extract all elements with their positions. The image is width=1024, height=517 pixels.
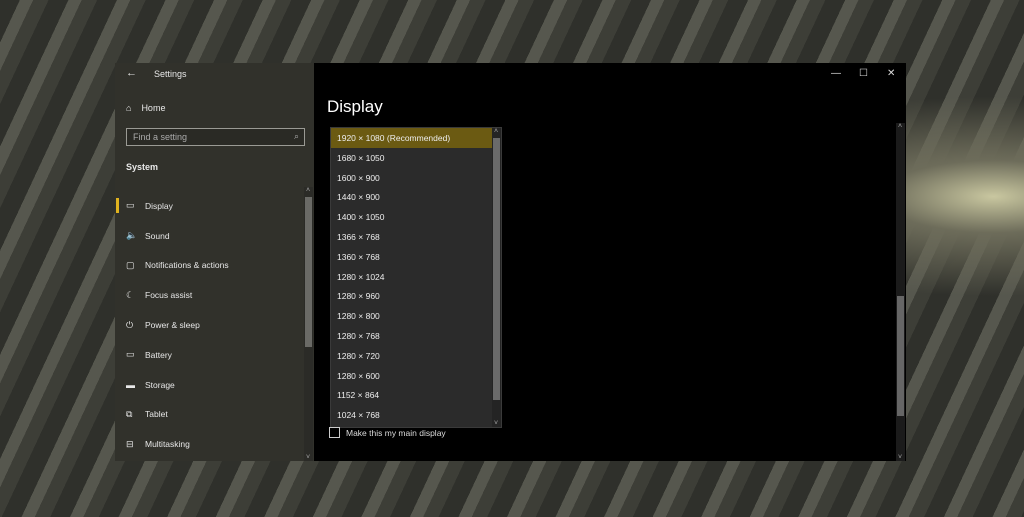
resolution-option[interactable]: 1440 × 900: [331, 187, 501, 207]
scroll-down-icon[interactable]: ˅: [306, 454, 310, 461]
sidebar-item-notifications-actions[interactable]: ▢ Notifications & actions: [115, 251, 305, 281]
search-input[interactable]: Find a setting ⌕: [126, 128, 305, 146]
resolution-option[interactable]: 1152 × 864: [331, 385, 501, 405]
resolution-option[interactable]: 1920 × 1080 (Recommended): [331, 128, 501, 148]
scroll-up-icon[interactable]: ˄: [898, 123, 902, 130]
resolution-option[interactable]: 1600 × 900: [331, 168, 501, 188]
resolution-option[interactable]: 1280 × 720: [331, 346, 501, 366]
storage-icon: ▬: [126, 379, 135, 390]
resolution-option[interactable]: 1280 × 768: [331, 326, 501, 346]
sidebar: ← Settings ⌂ Home Find a setting ⌕ System …: [115, 63, 314, 461]
resolution-option[interactable]: 1400 × 1050: [331, 207, 501, 227]
display-icon: ▭: [126, 200, 135, 211]
resolution-option[interactable]: 1366 × 768: [331, 227, 501, 247]
window-title: Settings: [154, 69, 187, 79]
main-display-checkbox[interactable]: Make this my main display: [329, 427, 446, 438]
maximize-button[interactable]: ☐: [859, 68, 868, 79]
tablet-icon: ⧉: [126, 408, 133, 419]
sidebar-item-power-sleep[interactable]: ⏻ Power & sleep: [115, 310, 305, 340]
resolution-option[interactable]: 1680 × 1050: [331, 148, 501, 168]
resolution-option[interactable]: 1280 × 1024: [331, 267, 501, 287]
search-icon: ⌕: [293, 131, 299, 141]
checkbox-label: Make this my main display: [346, 427, 446, 438]
power-sleep-icon: ⏻: [126, 319, 134, 330]
sidebar-item-storage[interactable]: ▬ Storage: [115, 370, 305, 400]
section-heading: System: [126, 162, 159, 172]
nav-list: ▭ Display 🔈 Sound ▢ Notifications & actions ☾ F…: [115, 191, 305, 459]
sidebar-item-label: Tablet: [145, 409, 168, 420]
sidebar-item-label: Power & sleep: [145, 320, 200, 331]
sidebar-item-label: Sound: [145, 230, 170, 241]
scroll-thumb[interactable]: [305, 197, 312, 347]
focus-assist-icon: ☾: [126, 289, 135, 300]
resolution-option[interactable]: 1280 × 960: [331, 286, 501, 306]
minimize-button[interactable]: —: [831, 68, 841, 79]
search-placeholder: Find a setting: [133, 132, 188, 142]
sidebar-item-display[interactable]: ▭ Display: [115, 191, 305, 221]
resolution-option[interactable]: 1024 × 768: [331, 405, 501, 425]
sidebar-item-label: Notifications & actions: [145, 260, 229, 271]
content-scrollbar[interactable]: ˄ ˅: [896, 123, 905, 461]
sidebar-item-tablet[interactable]: ⧉ Tablet: [115, 400, 305, 430]
resolution-dropdown-list[interactable]: 1920 × 1080 (Recommended) 1680 × 1050 1600…: [330, 127, 502, 428]
home-icon: ⌂: [126, 103, 132, 113]
home-label: Home: [141, 103, 166, 113]
close-button[interactable]: ✕: [887, 68, 895, 79]
scroll-down-icon[interactable]: ˅: [494, 420, 498, 427]
sidebar-item-label: Focus assist: [145, 290, 193, 301]
scroll-up-icon[interactable]: ˄: [306, 187, 310, 194]
sidebar-item-focus-assist[interactable]: ☾ Focus assist: [115, 280, 305, 310]
sidebar-item-label: Display: [145, 200, 173, 211]
home-link[interactable]: ⌂ Home: [126, 103, 165, 113]
sidebar-item-multitasking[interactable]: ⊟ Multitasking: [115, 429, 305, 459]
sidebar-item-battery[interactable]: ▭ Battery: [115, 340, 305, 370]
scroll-up-icon[interactable]: ˄: [494, 128, 498, 135]
resolution-option[interactable]: 1360 × 768: [331, 247, 501, 267]
resolution-option[interactable]: 1280 × 800: [331, 306, 501, 326]
sidebar-scrollbar[interactable]: ˄ ˅: [304, 187, 313, 461]
page-title: Display: [327, 97, 383, 116]
notifications-actions-icon: ▢: [126, 259, 135, 270]
sound-icon: 🔈: [126, 230, 138, 241]
sidebar-item-sound[interactable]: 🔈 Sound: [115, 221, 305, 251]
sidebar-item-label: Multitasking: [145, 439, 190, 450]
title-bar: ← Settings: [115, 63, 314, 85]
multitasking-icon: ⊟: [126, 438, 134, 449]
settings-window: ← Settings ⌂ Home Find a setting ⌕ System …: [115, 63, 906, 461]
resolution-option[interactable]: 1280 × 600: [331, 366, 501, 386]
scroll-down-icon[interactable]: ˅: [898, 454, 902, 461]
scroll-thumb[interactable]: [493, 138, 500, 400]
checkbox-box[interactable]: [329, 427, 340, 438]
sidebar-item-label: Storage: [145, 379, 175, 390]
dropdown-scrollbar[interactable]: ˄ ˅: [492, 128, 501, 427]
battery-icon: ▭: [126, 349, 135, 360]
scroll-thumb[interactable]: [897, 296, 904, 416]
content-pane: — ☐ ✕ Display 1920 × 1080 (Recommended) 1…: [314, 63, 906, 461]
sidebar-item-label: Battery: [145, 349, 172, 360]
back-arrow-icon[interactable]: ←: [126, 67, 137, 79]
